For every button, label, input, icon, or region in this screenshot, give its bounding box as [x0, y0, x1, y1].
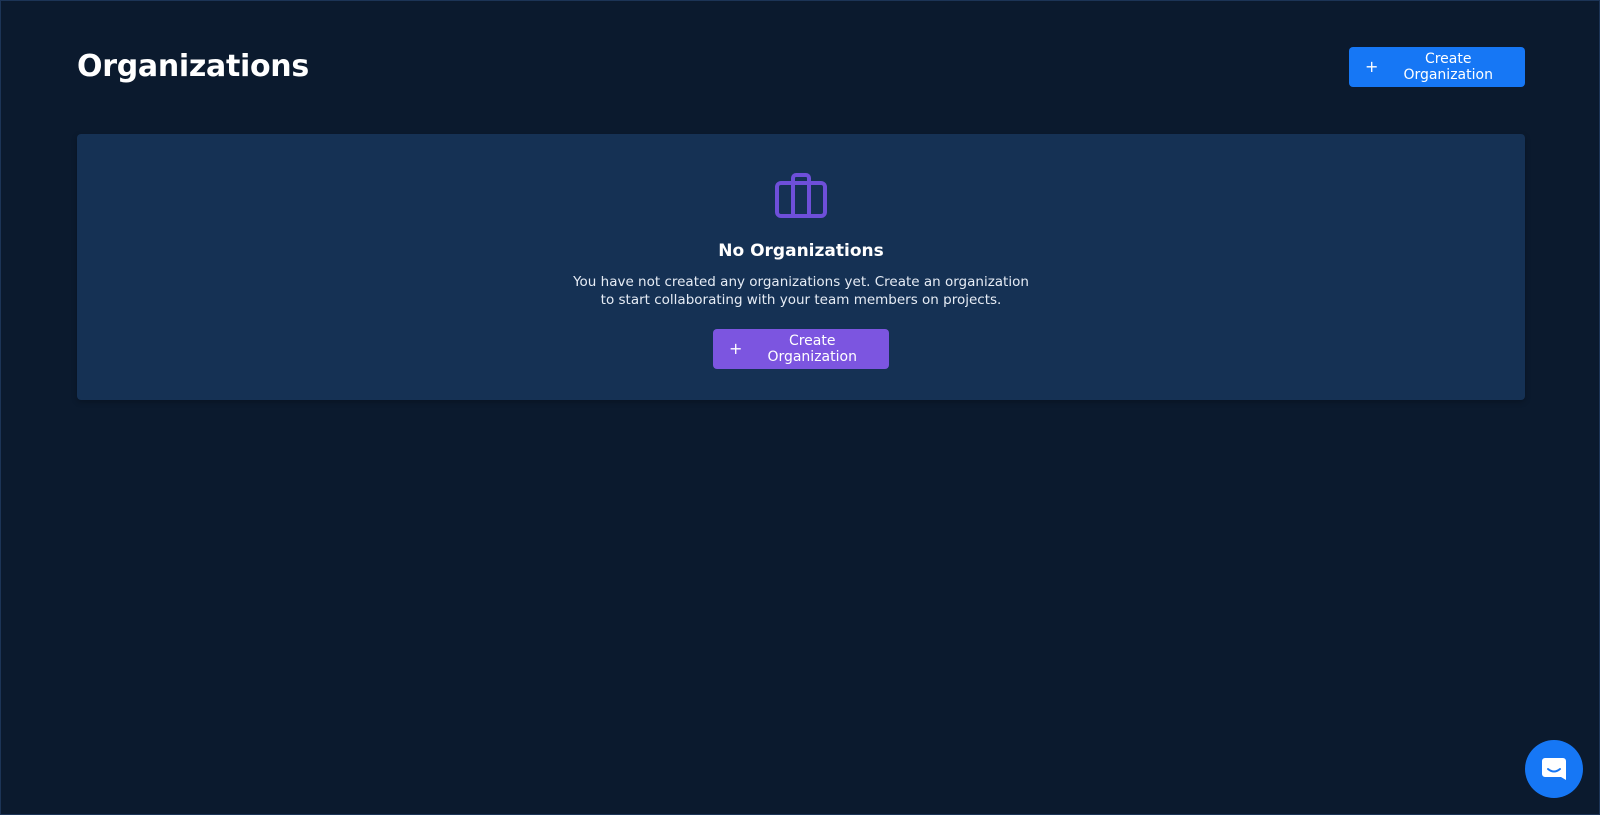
- empty-state-card: No Organizations You have not created an…: [77, 134, 1525, 400]
- create-organization-button-label: Create Organization: [1403, 51, 1493, 83]
- empty-state-title: No Organizations: [718, 241, 884, 261]
- empty-state-create-button-label: Create Organization: [767, 333, 857, 365]
- chat-launcher-button[interactable]: [1525, 740, 1583, 798]
- plus-icon: +: [1365, 57, 1379, 76]
- chat-bubble-icon: [1542, 758, 1566, 780]
- page-header: Organizations + Create Organization: [77, 47, 1525, 87]
- empty-state-create-organization-button[interactable]: + Create Organization: [713, 329, 889, 369]
- app-window: Organizations + Create Organization No O…: [0, 0, 1600, 815]
- empty-state-description: You have not created any organizations y…: [573, 274, 1029, 308]
- page-title: Organizations: [77, 49, 309, 84]
- create-organization-button[interactable]: + Create Organization: [1349, 47, 1525, 87]
- plus-icon: +: [729, 339, 743, 358]
- briefcase-icon: [775, 173, 827, 218]
